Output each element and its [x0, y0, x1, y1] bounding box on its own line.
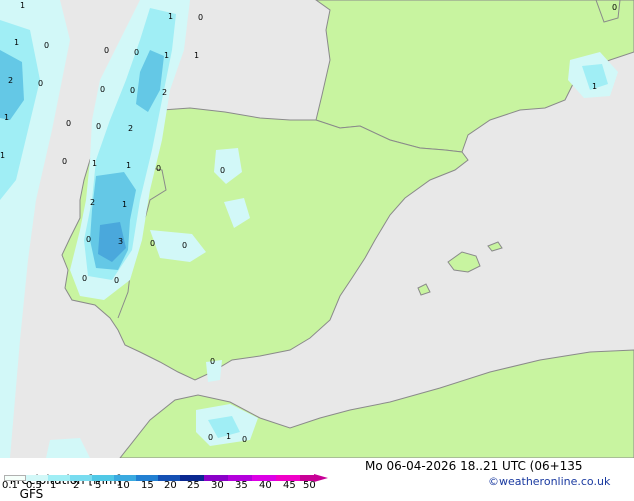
value-label: 1 [168, 12, 173, 21]
value-label: 2 [162, 88, 167, 97]
value-label: 0 [44, 41, 49, 50]
value-label: 0 [104, 46, 109, 55]
value-label: 0 [114, 276, 119, 285]
value-label: 1 [4, 113, 9, 122]
value-label: 1 [20, 1, 25, 10]
value-label: 1 [92, 159, 97, 168]
value-label: 2 [90, 198, 95, 207]
datetime-label: Mo 06-04-2026 18..21 UTC (06+135 [365, 459, 583, 473]
value-label: 2 [128, 124, 133, 133]
value-label: 0 [198, 13, 203, 22]
value-label: 0 [156, 164, 161, 173]
value-label: 0 [86, 235, 91, 244]
value-label: 0 [210, 357, 215, 366]
value-label: 0 [62, 157, 67, 166]
credit-label: ©weatheronline.co.uk [488, 475, 611, 488]
value-label: 1 [14, 38, 19, 47]
value-label: 2 [8, 76, 13, 85]
value-label: 1 [592, 82, 597, 91]
value-label: 1 [226, 432, 231, 441]
value-label: 0 [100, 85, 105, 94]
value-label: 0 [220, 166, 225, 175]
value-label: 0 [130, 86, 135, 95]
value-label: 3 [118, 237, 123, 246]
value-label: 1 [164, 51, 169, 60]
value-label: 0 [182, 241, 187, 250]
value-label: 0 [66, 119, 71, 128]
value-label: 1 [194, 51, 199, 60]
value-label: 1 [0, 151, 5, 160]
value-label: 0 [82, 274, 87, 283]
value-label: 1 [126, 161, 131, 170]
precipitation-map: 1 1 0 2 0 1 1 0 0 1 0 0 0 1 1 0 0 2 0 1 … [0, 0, 634, 458]
value-label: 0 [96, 122, 101, 131]
value-label: 0 [208, 433, 213, 442]
value-label: 0 [150, 239, 155, 248]
value-label: 0 [134, 48, 139, 57]
legend-arrow [314, 474, 328, 482]
value-label: 1 [122, 200, 127, 209]
value-label: 0 [242, 435, 247, 444]
value-label: 0 [612, 3, 617, 12]
value-label: 0 [38, 79, 43, 88]
